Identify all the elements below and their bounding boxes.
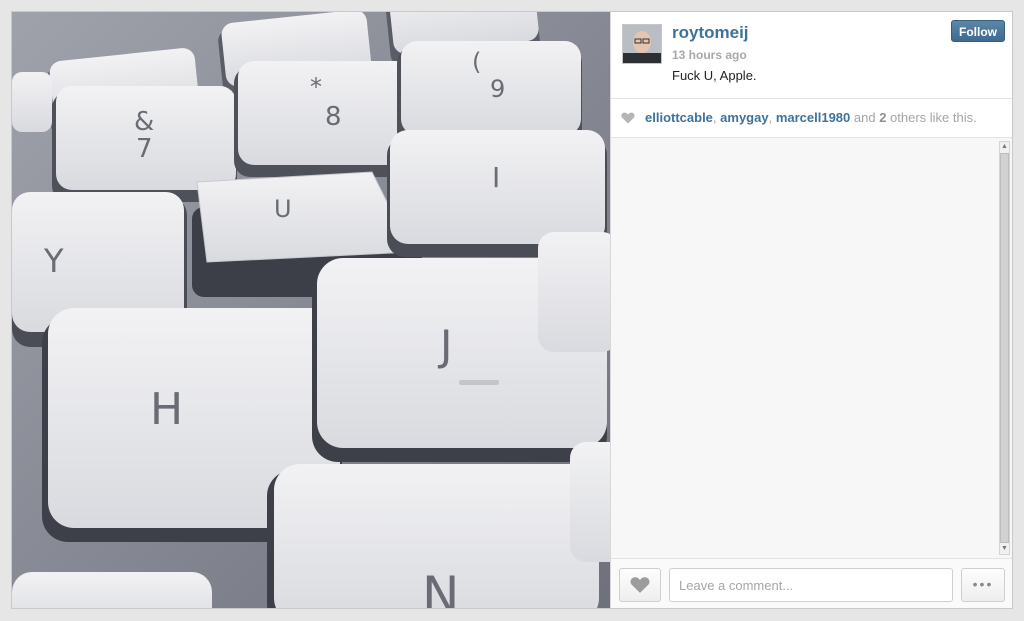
key-label: 7 xyxy=(136,134,153,164)
key-label: 8 xyxy=(325,102,342,132)
likes-summary: elliottcable, amygay, marcell1980 and 2 … xyxy=(611,99,1012,138)
comments-scrollbar[interactable]: ▲ ▼ xyxy=(999,141,1010,555)
key-label: Y xyxy=(43,242,64,280)
key-label: * xyxy=(310,73,322,101)
key-label: J xyxy=(437,321,452,370)
like-button[interactable] xyxy=(619,568,661,602)
key-label: U xyxy=(274,195,292,223)
key-label: N xyxy=(422,566,459,609)
likes-separator: , xyxy=(768,110,776,125)
post-caption: Fuck U, Apple. xyxy=(672,68,757,83)
follow-button[interactable]: Follow xyxy=(951,20,1005,42)
post-details-panel: roytomeij 13 hours ago Fuck U, Apple. Fo… xyxy=(610,12,1012,608)
comments-list: ▲ ▼ xyxy=(611,138,1012,559)
comment-bar: ••• xyxy=(611,559,1012,608)
post-modal: & 7 * 8 ( 9 U I Y H J N roytomeij 13 hou… xyxy=(11,11,1013,609)
key-label: I xyxy=(492,161,500,194)
key-label: 9 xyxy=(490,75,505,103)
user-avatar-icon xyxy=(623,25,661,63)
comment-input[interactable] xyxy=(669,568,953,602)
key-label: & xyxy=(134,107,154,137)
post-photo[interactable]: & 7 * 8 ( 9 U I Y H J N xyxy=(12,12,610,609)
liker-link[interactable]: amygay xyxy=(720,110,768,125)
key-label: ( xyxy=(472,48,481,76)
username-link[interactable]: roytomeij xyxy=(672,23,749,43)
scrollbar-thumb[interactable] xyxy=(1000,153,1009,543)
liker-link[interactable]: elliottcable xyxy=(645,110,713,125)
keyboard-photo-image: & 7 * 8 ( 9 U I Y H J N xyxy=(12,12,610,609)
likes-and-text: and xyxy=(850,110,880,125)
others-text: others like this. xyxy=(886,110,977,125)
heart-icon xyxy=(621,112,635,124)
avatar[interactable] xyxy=(622,24,662,64)
heart-icon xyxy=(630,577,650,593)
key-label: H xyxy=(150,384,183,435)
scroll-down-icon[interactable]: ▼ xyxy=(1000,544,1009,554)
more-options-button[interactable]: ••• xyxy=(961,568,1005,602)
post-header: roytomeij 13 hours ago Fuck U, Apple. Fo… xyxy=(611,12,1012,99)
liker-link[interactable]: marcell1980 xyxy=(776,110,850,125)
post-timestamp[interactable]: 13 hours ago xyxy=(672,48,747,62)
scroll-up-icon[interactable]: ▲ xyxy=(1000,142,1009,152)
